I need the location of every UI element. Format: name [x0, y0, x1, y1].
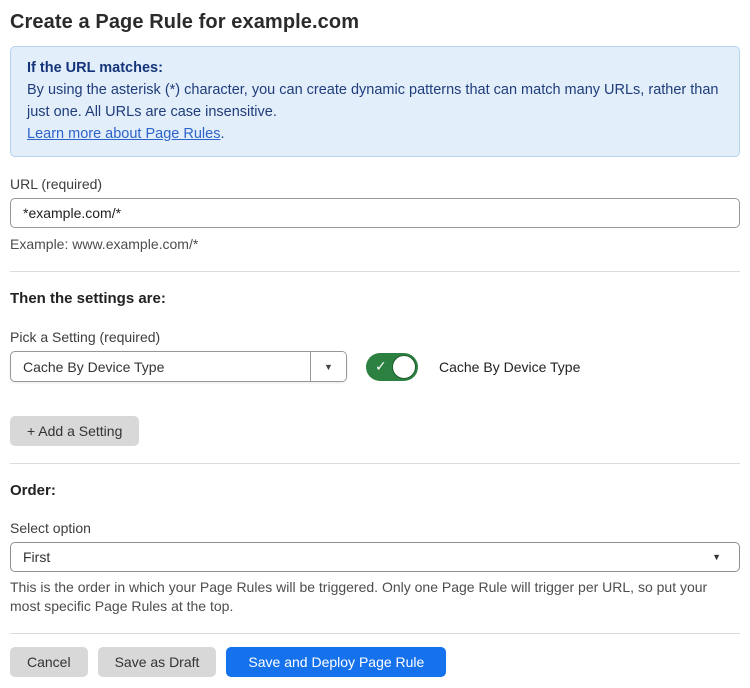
info-box-body: By using the asterisk (*) character, you… [27, 79, 723, 123]
save-as-draft-button[interactable]: Save as Draft [98, 647, 217, 677]
link-suffix: . [220, 126, 224, 142]
learn-more-link[interactable]: Learn more about Page Rules [27, 126, 220, 142]
url-input[interactable] [10, 198, 740, 228]
footer-actions: Cancel Save as Draft Save and Deploy Pag… [10, 647, 740, 677]
order-select-value: First [23, 549, 50, 565]
page-title: Create a Page Rule for example.com [10, 8, 740, 36]
setting-dropdown[interactable]: Cache By Device Type ▼ [10, 351, 347, 382]
check-icon: ✓ [375, 358, 387, 375]
chevron-down-icon[interactable]: ▼ [310, 352, 346, 381]
setting-toggle[interactable]: ✓ [366, 353, 418, 381]
order-select-label: Select option [10, 520, 740, 536]
url-match-info-box: If the URL matches: By using the asteris… [10, 46, 740, 157]
settings-section-heading: Then the settings are: [10, 290, 740, 307]
setting-row: Cache By Device Type ▼ ✓ Cache By Device… [10, 351, 740, 382]
save-and-deploy-button[interactable]: Save and Deploy Page Rule [226, 647, 446, 677]
url-label: URL (required) [10, 176, 740, 192]
order-helper-text: This is the order in which your Page Rul… [10, 578, 740, 616]
divider [10, 271, 740, 272]
chevron-down-icon: ▼ [712, 552, 727, 562]
info-box-heading: If the URL matches: [27, 57, 723, 79]
toggle-knob [392, 355, 416, 379]
order-select[interactable]: First ▼ [10, 542, 740, 572]
info-link-line: Learn more about Page Rules. [27, 123, 723, 145]
setting-toggle-label: Cache By Device Type [439, 359, 580, 375]
setting-dropdown-value: Cache By Device Type [11, 352, 310, 381]
pick-setting-label: Pick a Setting (required) [10, 329, 740, 345]
divider [10, 463, 740, 464]
order-section-heading: Order: [10, 482, 740, 499]
add-setting-button[interactable]: + Add a Setting [10, 416, 139, 446]
page-rule-form: Create a Page Rule for example.com If th… [0, 0, 750, 677]
divider [10, 633, 740, 634]
setting-toggle-group: ✓ Cache By Device Type [366, 353, 580, 381]
url-helper-text: Example: www.example.com/* [10, 235, 740, 254]
cancel-button[interactable]: Cancel [10, 647, 88, 677]
